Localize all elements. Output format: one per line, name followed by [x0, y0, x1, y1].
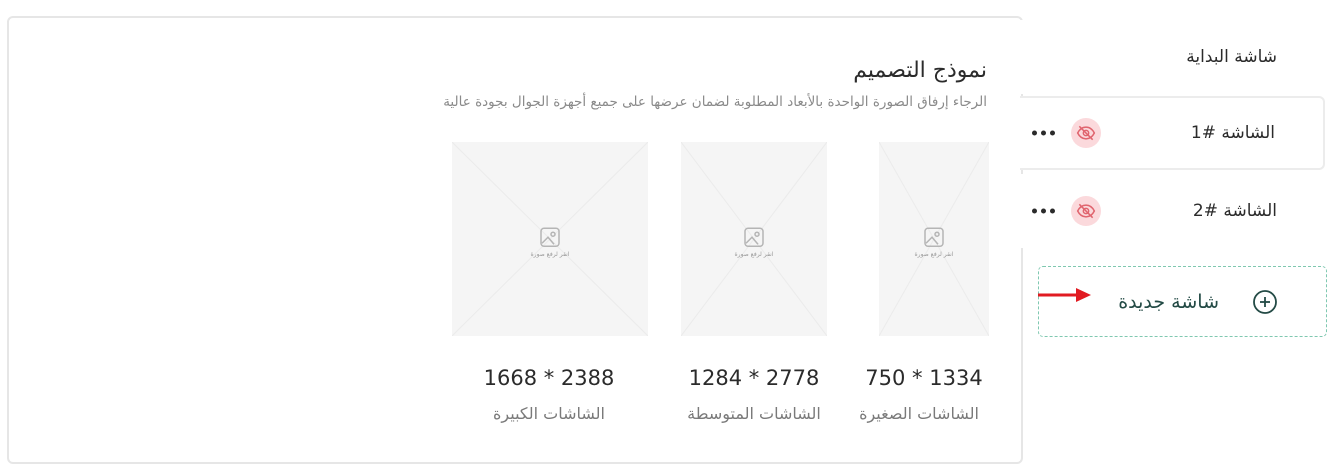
- panel-subtitle: الرجاء إرفاق الصورة الواحدة بالأبعاد الم…: [443, 94, 987, 110]
- upload-hint: انقر لرفع صورة: [734, 251, 774, 258]
- medium-screen-label: الشاشات المتوسطة: [687, 404, 821, 423]
- small-screen-upload-area[interactable]: انقر لرفع صورة: [879, 142, 989, 336]
- plus-circle-icon: [1253, 289, 1277, 314]
- eye-off-icon[interactable]: [1071, 118, 1101, 148]
- small-screen-label: الشاشات الصغيرة: [859, 404, 979, 423]
- large-screen-dimensions: 1668 * 2388: [483, 366, 615, 390]
- medium-screen-upload-area[interactable]: انقر لرفع صورة: [681, 142, 827, 336]
- new-screen-label: شاشة جديدة: [1118, 290, 1219, 313]
- red-arrow-icon: [1038, 288, 1091, 302]
- image-icon: [924, 227, 944, 247]
- more-dots-icon[interactable]: [1032, 130, 1055, 136]
- medium-screen-dimensions: 1284 * 2778: [688, 366, 820, 390]
- panel-title: نموذج التصميم: [853, 58, 987, 83]
- small-screen-dimensions: 750 * 1334: [865, 366, 983, 390]
- upload-hint: انقر لرفع صورة: [530, 251, 570, 258]
- upload-hint: انقر لرفع صورة: [914, 251, 954, 258]
- sidebar-item-screen-1[interactable]: الشاشة #1: [1020, 96, 1325, 170]
- eye-off-icon[interactable]: [1071, 196, 1101, 226]
- design-panel: نموذج التصميم الرجاء إرفاق الصورة الواحد…: [7, 16, 1023, 464]
- sidebar-item-screen-2[interactable]: الشاشة #2: [1020, 174, 1325, 248]
- more-dots-icon[interactable]: [1032, 208, 1055, 214]
- sidebar-item-label: الشاشة #2: [1192, 201, 1277, 221]
- large-screen-upload-area[interactable]: انقر لرفع صورة: [452, 142, 648, 336]
- sidebar-item-label: شاشة البداية: [1186, 47, 1277, 67]
- large-screen-label: الشاشات الكبيرة: [493, 404, 605, 423]
- sidebar-item-start-screen[interactable]: شاشة البداية: [1020, 20, 1325, 94]
- image-icon: [744, 227, 764, 247]
- image-icon: [540, 227, 560, 247]
- sidebar-item-label: الشاشة #1: [1190, 123, 1275, 143]
